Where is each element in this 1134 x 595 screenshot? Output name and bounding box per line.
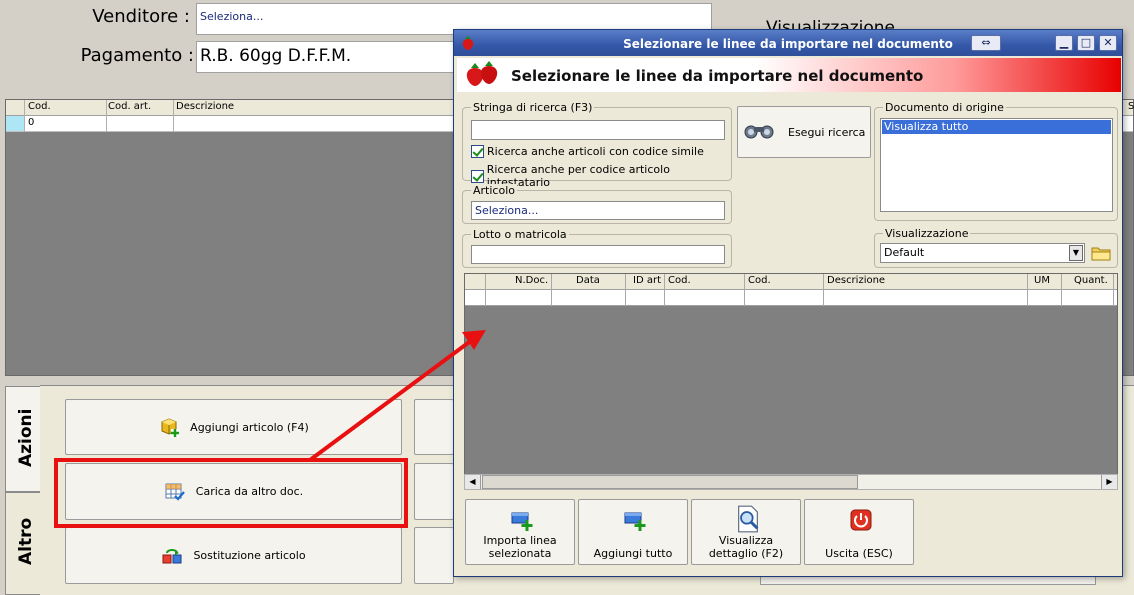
scroll-thumb[interactable]: [482, 475, 858, 489]
similar-code-checkbox[interactable]: Ricerca anche articoli con codice simile: [471, 145, 704, 158]
col-header-ndoc[interactable]: N.Doc.: [515, 275, 548, 286]
visualizzazione-partial-label: Visualizzazione: [766, 18, 896, 29]
col-header-um[interactable]: UM: [1034, 275, 1050, 286]
lot-group-label: Lotto o matricola: [471, 228, 569, 241]
tab-altro[interactable]: Altro: [5, 492, 41, 595]
run-search-button[interactable]: Esegui ricerca: [737, 106, 871, 158]
vendor-label: Venditore :: [92, 6, 190, 27]
horizontal-scrollbar[interactable]: ◀ ▶: [464, 474, 1118, 490]
row-cell-cod[interactable]: 0: [28, 117, 34, 128]
chevron-right-icon[interactable]: ▶: [1101, 475, 1117, 489]
payment-field[interactable]: R.B. 60gg D.F.F.M.: [196, 41, 496, 73]
col-header-quant[interactable]: Quant.: [1074, 275, 1108, 286]
magnifier-document-icon: [738, 505, 759, 533]
col-header-partial: S: [1128, 101, 1134, 112]
view-select[interactable]: Default: [880, 243, 1085, 263]
add-article-button[interactable]: Aggiungi articolo (F4): [65, 399, 402, 455]
add-all-button[interactable]: Aggiungi tutto: [578, 499, 688, 565]
payment-label: Pagamento :: [80, 45, 194, 66]
chevron-left-icon[interactable]: ◀: [465, 475, 481, 489]
col-header-cod[interactable]: Cod.: [28, 101, 51, 112]
add-all-label: Aggiungi tutto: [593, 547, 673, 560]
maximize-icon[interactable]: □: [1077, 35, 1095, 51]
article-group: Articolo Seleziona...: [462, 184, 732, 224]
power-icon: [850, 509, 872, 531]
partial-action-button-2[interactable]: [414, 463, 454, 520]
import-add-icon: [511, 512, 533, 531]
col-header-cod-1[interactable]: Cod.: [668, 275, 691, 286]
dialog-banner: Selezionare le linee da importare nel do…: [457, 58, 1121, 92]
col-header-id-art[interactable]: ID art: [633, 275, 661, 286]
tab-azioni-label: Azioni: [16, 408, 36, 468]
col-header-cod-2[interactable]: Cod.: [748, 275, 771, 286]
tab-altro-label: Altro: [16, 517, 36, 565]
replace-cubes-icon: [162, 548, 182, 563]
exit-button[interactable]: Uscita (ESC): [804, 499, 914, 565]
close-icon[interactable]: ✕: [1099, 35, 1117, 51]
table-header: N.Doc. Data ID art Cod. Cod. Descrizione…: [465, 274, 1117, 290]
view-group: Visualizzazione Default ▼: [874, 227, 1118, 268]
dialog-title: Selezionare le linee da importare nel do…: [623, 37, 953, 51]
origin-document-list[interactable]: Visualizza tutto: [880, 118, 1113, 212]
checkbox-checked-icon: [471, 145, 484, 158]
article-group-label: Articolo: [471, 184, 517, 197]
import-selected-line-label: Importa linea selezionata: [483, 534, 557, 560]
table-row[interactable]: [465, 290, 1117, 306]
tab-azioni[interactable]: Azioni: [5, 386, 41, 492]
partial-right-bar: [760, 577, 1096, 585]
lot-input[interactable]: [471, 245, 725, 264]
strawberries-icon: [466, 61, 498, 86]
replace-article-label: Sostituzione articolo: [193, 549, 306, 562]
binoculars-icon: [744, 125, 774, 139]
highlight-frame: [54, 458, 408, 528]
list-item[interactable]: Visualizza tutto: [882, 120, 1111, 134]
holder-code-label: Ricerca anche per codice articolo intest…: [486, 163, 670, 189]
partial-action-button-3[interactable]: [414, 527, 454, 584]
run-search-label: Esegui ricerca: [788, 126, 866, 139]
checkbox-checked-icon: [471, 169, 484, 183]
row-selector[interactable]: [6, 116, 24, 131]
view-detail-label: Visualizza dettaglio (F2): [708, 534, 784, 560]
add-all-icon: [624, 512, 646, 531]
similar-code-label: Ricerca anche articoli con codice simile: [487, 145, 704, 158]
dialog-titlebar[interactable]: Selezionare le linee da importare nel do…: [454, 30, 1122, 56]
chevron-down-icon[interactable]: ▼: [1069, 245, 1083, 261]
folder-icon[interactable]: [1091, 244, 1111, 262]
add-article-label: Aggiungi articolo (F4): [190, 420, 309, 434]
col-header-descrizione[interactable]: Descrizione: [827, 275, 885, 286]
search-group: Stringa di ricerca (F3) Ricerca anche ar…: [462, 101, 732, 189]
lot-group: Lotto o matricola: [462, 228, 732, 268]
banner-title: Selezionare le linee da importare nel do…: [511, 67, 924, 85]
article-select[interactable]: Seleziona...: [471, 201, 725, 220]
origin-document-group: Documento di origine Visualizza tutto: [874, 101, 1118, 221]
col-header-cod-art[interactable]: Cod. art.: [108, 101, 151, 112]
cube-add-icon: [161, 418, 180, 437]
search-input[interactable]: [471, 120, 725, 140]
exit-label: Uscita (ESC): [825, 547, 893, 560]
view-group-label: Visualizzazione: [883, 227, 971, 240]
origin-group-label: Documento di origine: [883, 101, 1006, 114]
search-group-label: Stringa di ricerca (F3): [471, 101, 595, 114]
import-lines-dialog: Selezionare le linee da importare nel do…: [453, 29, 1123, 577]
minimize-icon[interactable]: ▁: [1055, 35, 1073, 51]
replace-article-button[interactable]: Sostituzione articolo: [65, 527, 402, 584]
view-detail-button[interactable]: Visualizza dettaglio (F2): [691, 499, 801, 565]
col-header-descrizione[interactable]: Descrizione: [176, 101, 234, 112]
restore-arrows-icon[interactable]: ⇔: [971, 35, 1001, 51]
col-header-data[interactable]: Data: [576, 275, 600, 286]
import-lines-table[interactable]: N.Doc. Data ID art Cod. Cod. Descrizione…: [464, 273, 1118, 490]
partial-action-button-1[interactable]: [414, 399, 454, 455]
import-selected-line-button[interactable]: Importa linea selezionata: [465, 499, 575, 565]
